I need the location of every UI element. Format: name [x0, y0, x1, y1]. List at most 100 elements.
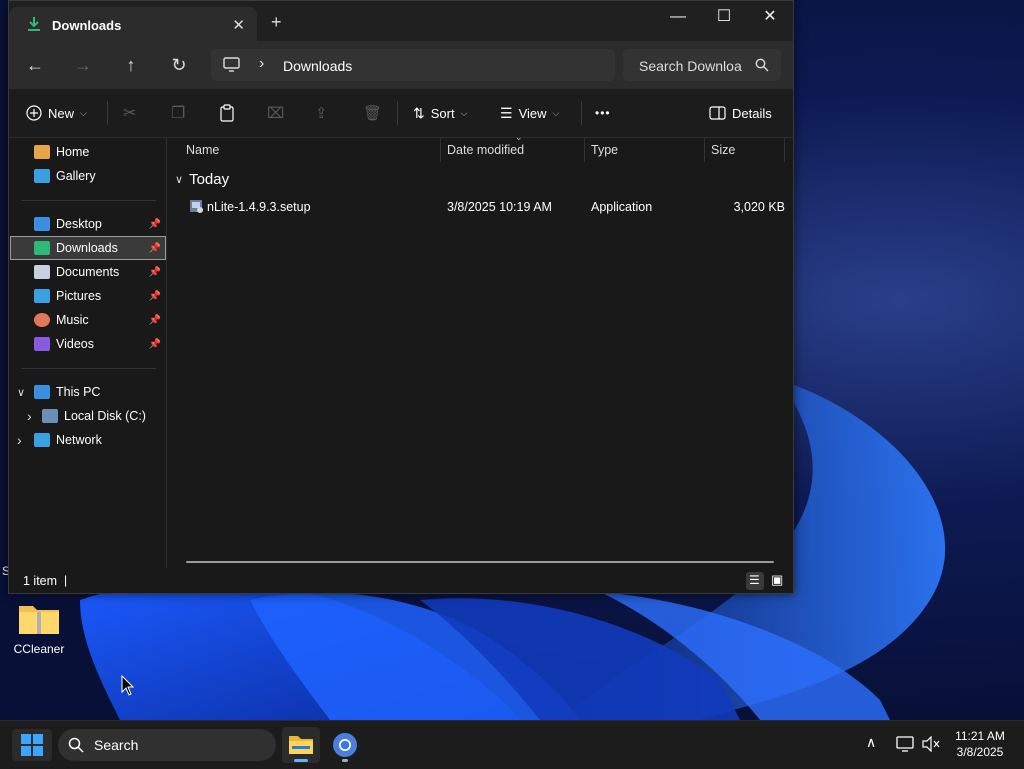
search-box[interactable]: Search Downloa: [623, 49, 781, 81]
chevron-down-icon: ⌵: [80, 107, 87, 118]
expand-chevron-icon[interactable]: ∨: [17, 386, 25, 399]
tab-close-button[interactable]: ✕: [232, 16, 245, 34]
download-icon: [28, 17, 40, 31]
sidebar-item-documents[interactable]: Documents 📌: [11, 261, 165, 283]
expand-chevron-icon[interactable]: ›: [27, 408, 32, 424]
up-button[interactable]: ↑: [117, 53, 145, 77]
item-count: 1 item: [23, 574, 58, 588]
sidebar-item-pictures[interactable]: Pictures 📌: [11, 285, 165, 307]
sort-button[interactable]: ⇅ Sort ⌵: [413, 103, 467, 123]
copy-button[interactable]: ❐: [171, 103, 185, 123]
taskbar-file-explorer[interactable]: [282, 727, 320, 763]
sort-indicator-icon: ⌄: [515, 132, 523, 142]
delete-button[interactable]: 🗑: [363, 103, 382, 123]
sidebar-item-desktop[interactable]: Desktop 📌: [11, 213, 165, 235]
column-divider: [704, 138, 705, 162]
pin-icon: 📌: [148, 338, 161, 350]
copy-icon: ❐: [171, 105, 186, 122]
column-header-type[interactable]: Type: [591, 143, 618, 157]
forward-button[interactable]: →: [69, 53, 97, 77]
pin-icon: 📌: [148, 242, 161, 254]
sidebar-item-downloads[interactable]: Downloads 📌: [10, 236, 166, 260]
sidebar-item-home[interactable]: Home: [11, 141, 165, 163]
breadcrumb-downloads[interactable]: Downloads: [283, 58, 352, 74]
network-status-icon[interactable]: [896, 736, 914, 752]
details-view-button[interactable]: ☰: [746, 572, 764, 590]
column-header-size[interactable]: Size: [711, 143, 735, 157]
view-button[interactable]: ☰ View ⌵: [500, 103, 559, 123]
details-pane-button[interactable]: Details: [709, 103, 772, 123]
sidebar-item-music[interactable]: Music 📌: [11, 309, 165, 331]
share-button[interactable]: ⇪: [315, 103, 328, 123]
address-bar[interactable]: › Downloads: [211, 49, 615, 81]
refresh-button[interactable]: ↻: [165, 53, 193, 77]
expand-chevron-icon[interactable]: ›: [17, 432, 22, 448]
rename-icon: ⌧: [267, 105, 285, 122]
desktop-icon-ccleaner[interactable]: CCleaner: [7, 600, 71, 656]
show-hidden-icons-button[interactable]: ∧: [866, 734, 876, 751]
close-button[interactable]: ✕: [747, 1, 793, 33]
maximize-button[interactable]: ☐: [701, 1, 747, 33]
sidebar-item-network[interactable]: › Network: [11, 429, 165, 451]
horizontal-scrollbar[interactable]: [186, 561, 774, 563]
sidebar-divider: [21, 200, 156, 201]
sidebar-item-gallery[interactable]: Gallery: [11, 165, 165, 187]
sidebar-item-label: Local Disk (C:): [64, 409, 146, 423]
rename-button[interactable]: ⌧: [267, 103, 284, 123]
sidebar-item-label: Documents: [56, 265, 120, 279]
running-indicator: [342, 759, 348, 762]
column-divider: [784, 138, 785, 162]
column-header-name[interactable]: Name: [186, 143, 219, 157]
file-explorer-window: Downloads ✕ + — ☐ ✕ ← → ↑ ↻ › Downloads …: [8, 0, 794, 594]
navigation-pane: Home Gallery Desktop 📌 Downloads 📌 Docum…: [9, 138, 167, 568]
sidebar-item-this-pc[interactable]: ∨ This PC: [11, 381, 165, 403]
network-icon: [34, 433, 50, 447]
sidebar-item-label: Desktop: [56, 217, 102, 231]
cut-button[interactable]: ✂: [123, 103, 136, 123]
home-icon: [34, 145, 50, 159]
status-bar: 1 item | ☰ ▣: [9, 569, 793, 593]
table-row[interactable]: nLite-1.4.9.3.setup 3/8/2025 10:19 AM Ap…: [167, 196, 793, 218]
column-header-date[interactable]: Date modified: [447, 143, 524, 157]
gallery-icon: [34, 169, 50, 183]
search-icon: [68, 737, 84, 753]
large-icons-view-button[interactable]: ▣: [769, 572, 787, 590]
toolbar-divider: [107, 101, 108, 125]
sidebar-item-label: Music: [56, 313, 89, 327]
clock-date: 3/8/2025: [956, 745, 1004, 759]
more-options-button[interactable]: •••: [595, 103, 611, 123]
minimize-button[interactable]: —: [655, 1, 701, 33]
tab-downloads[interactable]: Downloads ✕: [9, 7, 257, 41]
sidebar-item-videos[interactable]: Videos 📌: [11, 333, 165, 355]
new-button[interactable]: New ⌵: [26, 103, 87, 123]
sidebar-item-local-disk[interactable]: › Local Disk (C:): [11, 405, 165, 427]
setup-file-icon: [190, 200, 203, 213]
start-button[interactable]: [12, 729, 52, 761]
breadcrumb-separator: ›: [259, 55, 265, 72]
taskbar-chrome[interactable]: [326, 727, 364, 763]
file-name: nLite-1.4.9.3.setup: [207, 200, 311, 214]
new-tab-button[interactable]: +: [271, 13, 282, 31]
local-disk-icon: [42, 409, 58, 423]
back-button[interactable]: ←: [21, 53, 49, 77]
paste-icon: [220, 104, 234, 122]
details-view-icon: ☰: [749, 573, 760, 587]
group-header-today[interactable]: ∨ Today: [175, 171, 229, 188]
sidebar-divider: [21, 368, 156, 369]
search-placeholder: Search Downloa: [639, 58, 742, 74]
pin-icon: 📌: [148, 218, 161, 230]
command-bar: New ⌵ ✂ ❐ ⌧ ⇪ 🗑 ⇅ Sort ⌵ ☰ View ⌵ ••• De…: [9, 89, 793, 138]
videos-icon: [34, 337, 50, 351]
search-icon: [755, 58, 769, 72]
toolbar-divider: [397, 101, 398, 125]
paste-button[interactable]: [219, 103, 235, 123]
volume-muted-icon[interactable]: [922, 736, 940, 752]
sidebar-item-label: Videos: [56, 337, 94, 351]
taskbar-search[interactable]: Search: [58, 729, 276, 761]
download-icon: [34, 241, 50, 255]
file-date: 3/8/2025 10:19 AM: [447, 200, 552, 214]
clock[interactable]: 11:21 AM 3/8/2025: [946, 728, 1014, 760]
plus-circle-icon: [26, 105, 42, 121]
chevron-down-icon: ⌵: [460, 107, 468, 118]
status-divider: |: [64, 573, 68, 587]
